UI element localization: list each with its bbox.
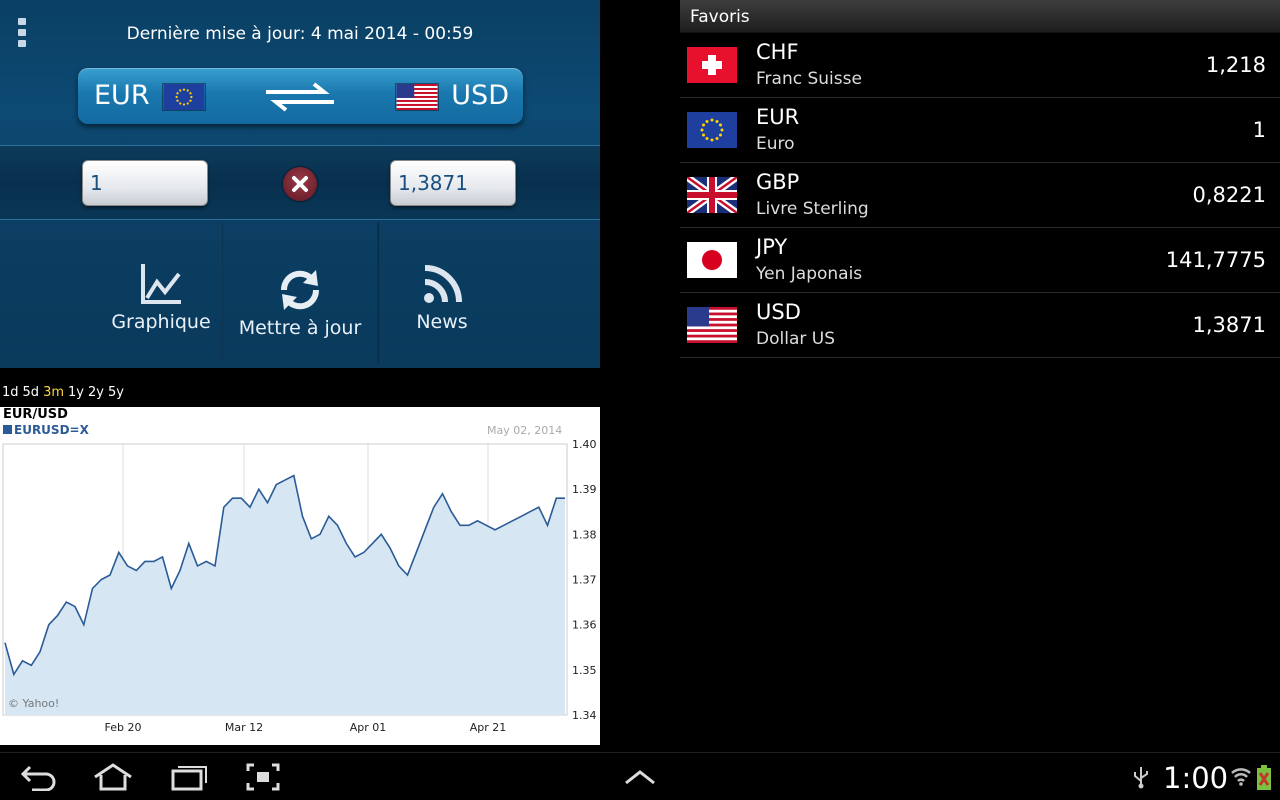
favorite-name: Euro — [756, 134, 795, 154]
favorite-rate: 141,7775 — [1165, 248, 1266, 272]
flag-usa-icon — [687, 307, 737, 344]
chart-title: EUR/USD — [3, 407, 68, 422]
y-tick-label: 1.37 — [572, 574, 597, 587]
back-icon[interactable] — [20, 763, 58, 791]
wifi-icon — [1231, 768, 1251, 786]
range-option-5y[interactable]: 5y — [108, 385, 124, 400]
recent-apps-icon[interactable] — [170, 763, 208, 791]
flag-switzerland-icon — [687, 47, 737, 83]
clear-button[interactable] — [283, 167, 317, 201]
flag-japan-icon — [687, 242, 737, 278]
legend-label: EURUSD=X — [14, 423, 89, 437]
range-option-5d[interactable]: 5d — [23, 385, 40, 400]
favorite-name: Livre Sterling — [756, 199, 869, 219]
system-navigation-bar: 1:00 — [0, 752, 1280, 800]
converter-background: Dernière mise à jour: 4 mai 2014 - 00:59… — [0, 0, 600, 368]
chart-credit: © Yahoo! — [8, 697, 59, 710]
range-option-1d[interactable]: 1d — [2, 385, 19, 400]
y-tick-label: 1.40 — [572, 438, 597, 451]
flag-eu-icon — [687, 112, 737, 148]
chevron-up-icon[interactable] — [624, 769, 656, 785]
favorite-rate: 1 — [1252, 118, 1266, 142]
favorite-row-gbp[interactable]: GBP Livre Sterling 0,8221 — [680, 163, 1280, 228]
x-tick-label: Feb 20 — [105, 721, 142, 734]
chart-legend: EURUSD=X — [3, 423, 89, 437]
x-tick-label: Apr 21 — [470, 721, 507, 734]
chart-date: May 02, 2014 — [487, 424, 563, 437]
favorites-panel: Favoris CHF Franc Suisse 1,218 EUR Euro 1 GBP L… — [680, 0, 1280, 358]
flag-uk-icon — [684, 174, 740, 216]
app-window: Dernière mise à jour: 4 mai 2014 - 00:59… — [0, 0, 1280, 800]
home-icon[interactable] — [92, 763, 134, 791]
favorites-list: CHF Franc Suisse 1,218 EUR Euro 1 GBP Livre Ste… — [680, 33, 1280, 358]
favorite-code: JPY — [756, 235, 788, 259]
news-button-label: News — [416, 311, 468, 333]
currency-pair-bar[interactable]: EUR USD — [78, 68, 523, 124]
refresh-icon — [280, 270, 320, 310]
favorite-code: GBP — [756, 170, 800, 194]
from-currency-code[interactable]: EUR — [94, 80, 150, 111]
rss-icon — [424, 265, 462, 303]
favorite-name: Franc Suisse — [756, 69, 862, 89]
favorite-code: USD — [756, 300, 801, 324]
favorite-name: Yen Japonais — [756, 264, 863, 284]
favorite-row-jpy[interactable]: JPY Yen Japonais 141,7775 — [680, 228, 1280, 293]
y-tick-label: 1.36 — [572, 619, 597, 632]
to-currency-code[interactable]: USD — [451, 80, 509, 111]
x-tick-label: Apr 01 — [350, 721, 387, 734]
to-amount-input[interactable] — [390, 160, 516, 206]
range-selector: 1d 5d 3m 1y 2y 5y — [2, 385, 128, 400]
status-clock: 1:00 — [1163, 761, 1229, 795]
favorite-rate: 0,8221 — [1192, 183, 1266, 207]
battery-icon — [1257, 765, 1271, 790]
chart-svg: Feb 20 Mar 12 Apr 01 Apr 21 1.40 1.39 1.38 1.37… — [2, 438, 597, 734]
converter-panel: Dernière mise à jour: 4 mai 2014 - 00:59… — [0, 0, 600, 745]
favorite-rate: 1,3871 — [1192, 313, 1266, 337]
favorite-rate: 1,218 — [1205, 53, 1266, 77]
range-option-3m[interactable]: 3m — [43, 385, 64, 400]
action-bar: Graphique Mettre à jour News — [0, 222, 600, 368]
screenshot-icon[interactable] — [246, 763, 280, 791]
chart-icon — [141, 264, 181, 304]
from-amount-input[interactable] — [82, 160, 208, 206]
usb-icon — [1134, 767, 1148, 789]
refresh-button-label: Mettre à jour — [238, 317, 362, 339]
favorite-row-eur[interactable]: EUR Euro 1 — [680, 98, 1280, 163]
news-button[interactable]: News — [378, 222, 506, 362]
amount-band — [0, 145, 600, 220]
range-option-2y[interactable]: 2y — [88, 385, 104, 400]
favorite-name: Dollar US — [756, 329, 835, 349]
favorite-row-usd[interactable]: USD Dollar US 1,3871 — [680, 293, 1280, 358]
favorites-header: Favoris — [680, 0, 1280, 33]
flag-usa-icon[interactable] — [395, 83, 439, 111]
refresh-button[interactable]: Mettre à jour — [222, 222, 378, 362]
y-tick-label: 1.39 — [572, 483, 597, 496]
favorite-row-chf[interactable]: CHF Franc Suisse 1,218 — [680, 33, 1280, 98]
y-tick-label: 1.38 — [572, 528, 597, 541]
favorite-code: EUR — [756, 105, 800, 129]
last-update-text: Dernière mise à jour: 4 mai 2014 - 00:59 — [126, 24, 474, 44]
range-option-1y[interactable]: 1y — [68, 385, 84, 400]
clear-icon — [292, 176, 308, 192]
favorite-code: CHF — [756, 40, 799, 64]
rate-chart: Feb 20 Mar 12 Apr 01 Apr 21 1.40 1.39 1.38 1.37… — [0, 407, 600, 745]
y-tick-label: 1.35 — [572, 664, 597, 677]
y-tick-label: 1.34 — [572, 709, 597, 722]
swap-arrows-icon[interactable] — [264, 80, 336, 114]
x-tick-label: Mar 12 — [225, 721, 263, 734]
flag-eu-icon[interactable] — [162, 83, 206, 111]
